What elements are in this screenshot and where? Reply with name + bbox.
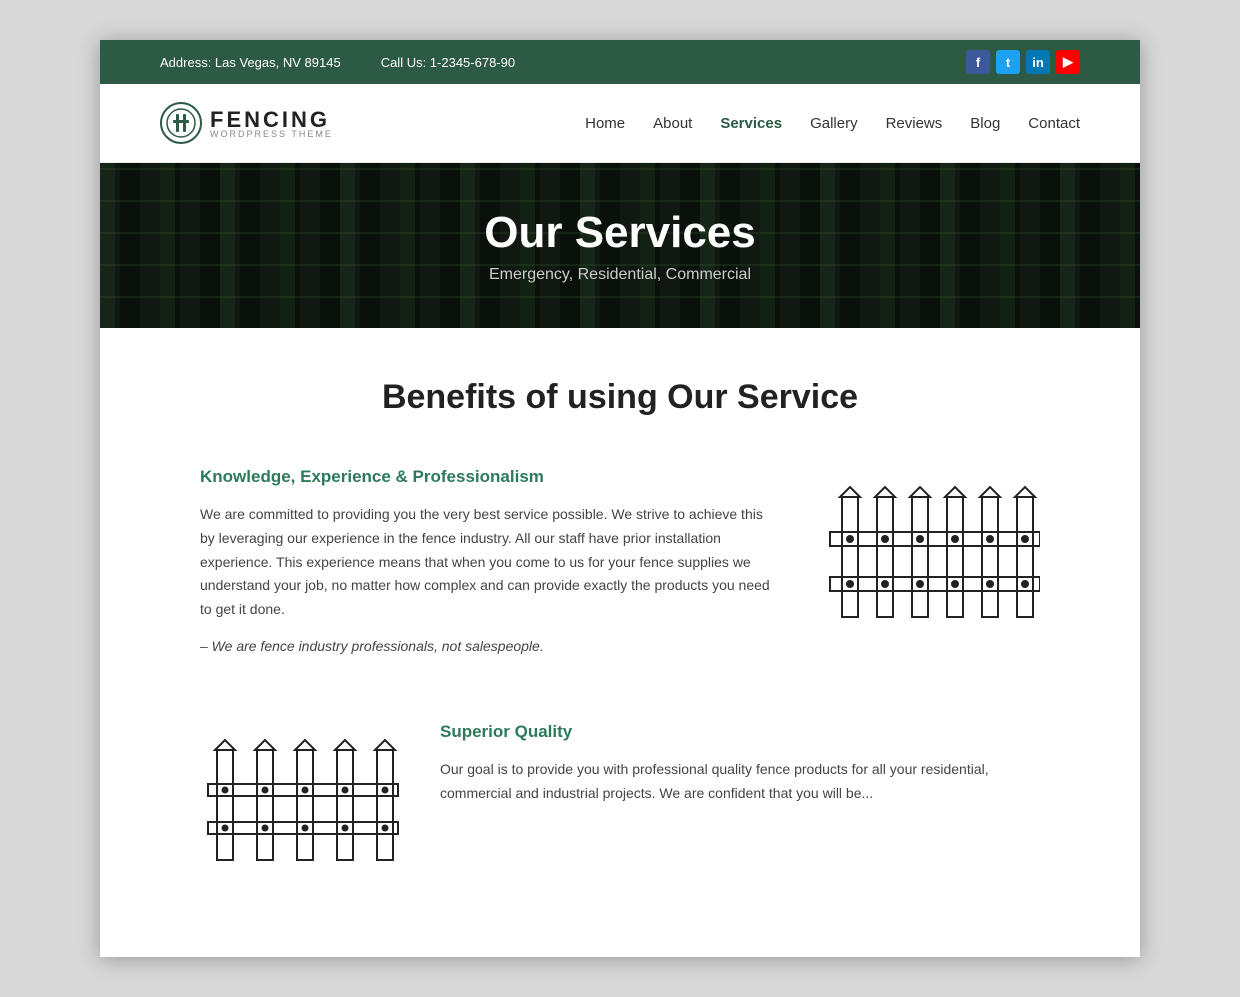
linkedin-icon[interactable]: in xyxy=(1026,50,1050,74)
benefit-2-heading: Superior Quality xyxy=(440,722,1040,742)
nav-home[interactable]: Home xyxy=(585,115,625,132)
nav-gallery[interactable]: Gallery xyxy=(810,115,858,132)
twitter-icon[interactable]: t xyxy=(996,50,1020,74)
logo-text-block: FENCING WORDPRESS THEME xyxy=(210,107,333,139)
hero-section: Our Services Emergency, Residential, Com… xyxy=(100,163,1140,328)
fence-illustration-1 xyxy=(820,467,1040,672)
benefit-1-heading: Knowledge, Experience & Professionalism xyxy=(200,467,780,487)
top-bar: Address: Las Vegas, NV 89145 Call Us: 1-… xyxy=(100,40,1140,84)
youtube-icon[interactable]: ▶ xyxy=(1056,50,1080,74)
benefit-2-text: Superior Quality Our goal is to provide … xyxy=(440,722,1040,806)
phone-label: Call Us: 1-2345-678-90 xyxy=(381,55,515,70)
nav-reviews[interactable]: Reviews xyxy=(886,115,943,132)
benefit-2-body: Our goal is to provide you with professi… xyxy=(440,758,1040,806)
logo-icon xyxy=(160,102,202,144)
social-icons: f t in ▶ xyxy=(966,50,1080,74)
benefit-row-1: Knowledge, Experience & Professionalism … xyxy=(200,467,1040,672)
nav: Home About Services Gallery Reviews Blog… xyxy=(585,115,1080,132)
top-bar-left: Address: Las Vegas, NV 89145 Call Us: 1-… xyxy=(160,55,515,70)
hero-title: Our Services xyxy=(484,208,756,258)
nav-about[interactable]: About xyxy=(653,115,692,132)
benefit-row-2: Superior Quality Our goal is to provide … xyxy=(200,722,1040,907)
address-label: Address: Las Vegas, NV 89145 xyxy=(160,55,341,70)
nav-services[interactable]: Services xyxy=(720,115,782,132)
benefit-1-quote: – We are fence industry professionals, n… xyxy=(200,638,780,654)
logo: FENCING WORDPRESS THEME xyxy=(160,102,333,144)
header: FENCING WORDPRESS THEME Home About Servi… xyxy=(100,84,1140,163)
hero-subtitle: Emergency, Residential, Commercial xyxy=(489,266,751,284)
nav-contact[interactable]: Contact xyxy=(1028,115,1080,132)
fence-illustration-2 xyxy=(200,722,400,907)
main-content: Benefits of using Our Service Knowledge,… xyxy=(100,328,1140,957)
nav-blog[interactable]: Blog xyxy=(970,115,1000,132)
facebook-icon[interactable]: f xyxy=(966,50,990,74)
benefit-1-text: Knowledge, Experience & Professionalism … xyxy=(200,467,780,654)
benefit-1-body: We are committed to providing you the ve… xyxy=(200,503,780,622)
logo-sub: WORDPRESS THEME xyxy=(210,129,333,139)
section-title: Benefits of using Our Service xyxy=(200,378,1040,417)
browser-window: Address: Las Vegas, NV 89145 Call Us: 1-… xyxy=(100,40,1140,957)
